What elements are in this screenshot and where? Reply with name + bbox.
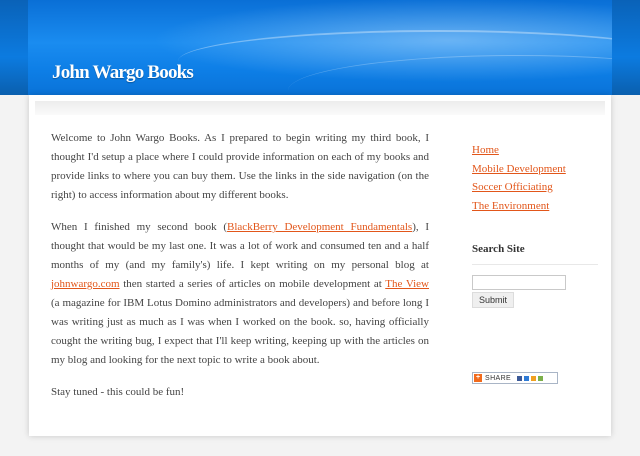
main-content: Welcome to John Wargo Books. As I prepar… <box>51 129 429 415</box>
divider <box>472 264 598 265</box>
the-view-link[interactable]: The View <box>385 278 429 290</box>
nav-link-soccer-officiating[interactable]: Soccer Officiating <box>472 178 566 197</box>
paragraph-text: (a magazine for IBM Lotus Domino adminis… <box>51 297 429 366</box>
submit-button[interactable]: Submit <box>472 292 515 308</box>
plus-icon: + <box>474 374 482 382</box>
nav-link-home[interactable]: Home <box>472 141 566 160</box>
content-top-bar <box>35 101 605 115</box>
content-card: Welcome to John Wargo Books. As I prepar… <box>29 95 611 436</box>
search-site-heading: Search Site <box>472 243 525 255</box>
header-banner: John Wargo Books <box>28 0 612 95</box>
share-label: SHARE <box>485 374 512 382</box>
site-title[interactable]: John Wargo Books <box>52 62 194 84</box>
share-services-icon <box>517 375 544 381</box>
search-input[interactable] <box>472 275 566 290</box>
johnwargo-link[interactable]: johnwargo.com <box>51 278 120 290</box>
history-paragraph: When I finished my second book (BlackBer… <box>51 218 429 370</box>
side-navigation: Home Mobile Development Soccer Officiati… <box>472 141 566 215</box>
paragraph-text: When I finished my second book ( <box>51 221 228 233</box>
blackberry-book-link[interactable]: BlackBerry Development Fundamentals <box>227 221 412 233</box>
header-left-edge <box>0 0 28 95</box>
paragraph-text: then started a series of articles on mob… <box>119 278 386 290</box>
header-right-edge <box>612 0 640 95</box>
intro-paragraph: Welcome to John Wargo Books. As I prepar… <box>51 132 429 201</box>
closing-paragraph: Stay tuned - this could be fun! <box>51 386 185 398</box>
nav-link-the-environment[interactable]: The Environment <box>472 197 566 216</box>
nav-link-mobile-development[interactable]: Mobile Development <box>472 160 566 179</box>
share-button[interactable]: + SHARE <box>472 372 558 384</box>
